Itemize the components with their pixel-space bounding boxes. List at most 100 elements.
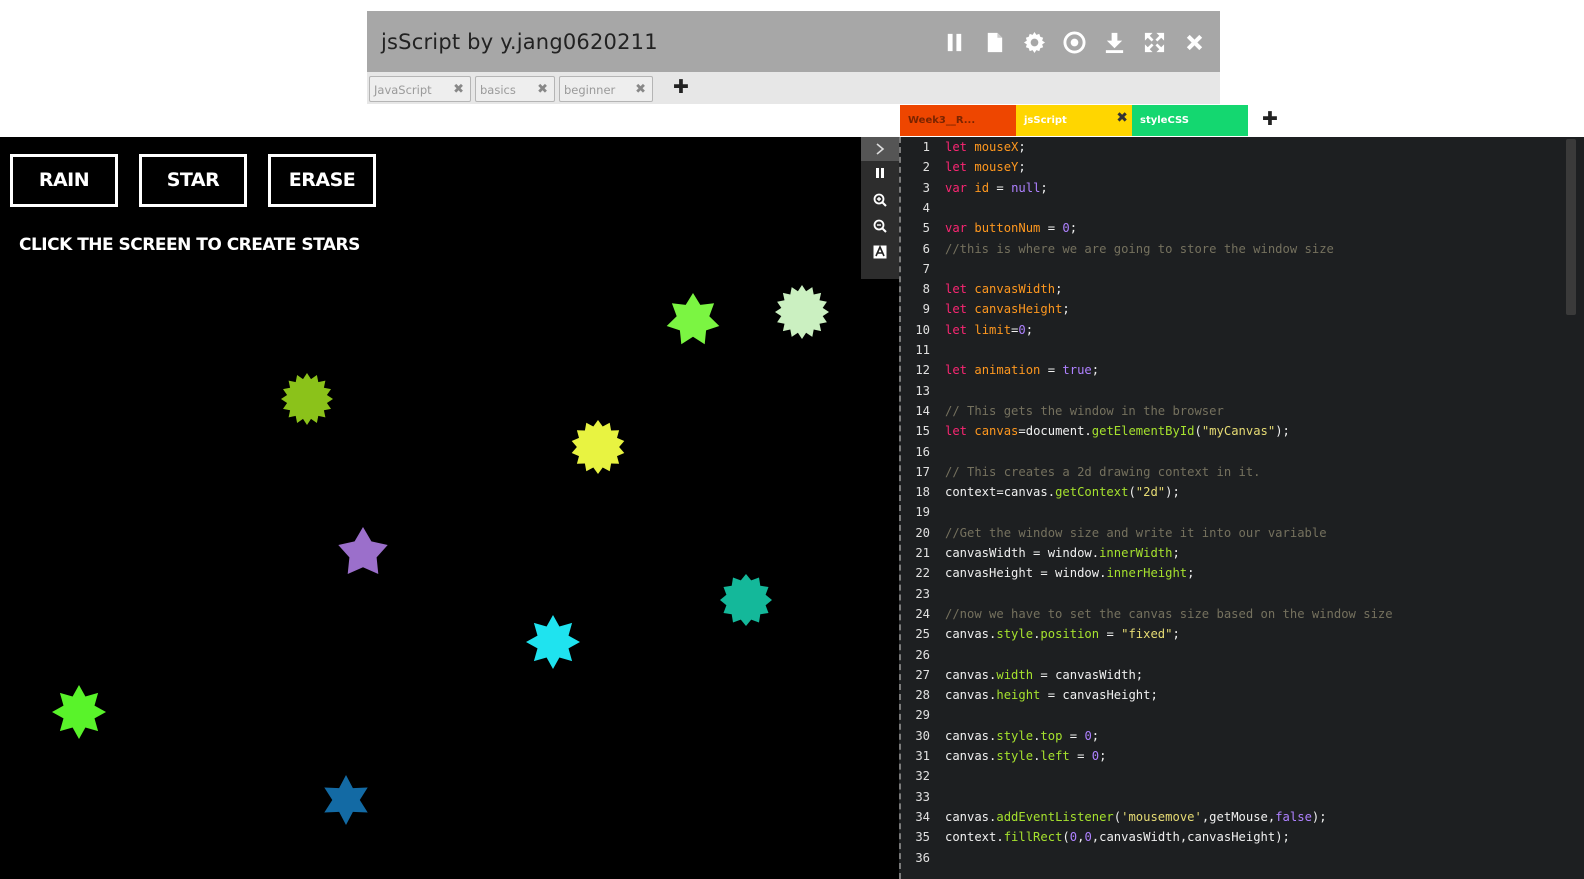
remove-tag-icon[interactable]: ✖ [453, 82, 464, 97]
line-number: 15 [915, 424, 930, 439]
code-line[interactable]: 34 canvas.addEventListener('mousemove',ge… [901, 810, 1584, 830]
code-line[interactable]: 22 canvasHeight = window.innerHeight; [901, 566, 1584, 586]
code-line[interactable]: 13 [901, 384, 1584, 404]
code-line[interactable]: 10 let limit=0; [901, 323, 1584, 343]
code-line[interactable]: 6 //this is where we are going to store t… [901, 242, 1584, 262]
code-line[interactable]: 23 [901, 587, 1584, 607]
tag-chip[interactable]: beginner ✖ [559, 76, 653, 102]
line-number: 13 [915, 383, 930, 398]
remove-tag-icon[interactable]: ✖ [635, 82, 646, 97]
code-line[interactable]: 8 let canvasWidth; [901, 282, 1584, 302]
close-icon[interactable] [1183, 31, 1206, 54]
line-number: 5 [922, 221, 930, 236]
code-text: canvas.style.left = 0; [945, 749, 1107, 763]
tag-label: beginner [564, 83, 616, 97]
code-line[interactable]: 11 [901, 343, 1584, 363]
code-line[interactable]: 32 [901, 769, 1584, 789]
line-number: 36 [915, 850, 930, 865]
code-line[interactable]: 16 [901, 445, 1584, 465]
code-line[interactable]: 26 [901, 648, 1584, 668]
code-line[interactable]: 2 let mouseY; [901, 160, 1584, 180]
code-line[interactable]: 29 [901, 708, 1584, 728]
code-line[interactable]: 25 canvas.style.position = "fixed"; [901, 627, 1584, 647]
file-icon[interactable] [983, 31, 1006, 54]
line-number: 31 [915, 749, 930, 763]
code-text: let animation = true; [945, 363, 1100, 378]
code-line[interactable]: 5 var buttonNum = 0; [901, 221, 1584, 241]
tab-week3[interactable]: Week3__R... [900, 105, 1016, 136]
code-text: context.fillRect(0,0,canvasWidth,canvasH… [945, 830, 1290, 845]
code-line[interactable]: 20 //Get the window size and write it int… [901, 526, 1584, 546]
pause-icon[interactable] [943, 31, 966, 54]
line-number: 34 [915, 809, 930, 824]
code-line[interactable]: 1 let mouseX; [901, 140, 1584, 160]
code-line[interactable]: 9 let canvasHeight; [901, 302, 1584, 322]
line-number: 12 [915, 363, 930, 378]
line-number: 24 [915, 606, 930, 621]
code-line[interactable]: 18 context=canvas.getContext("2d"); [901, 485, 1584, 505]
code-line[interactable]: 30 canvas.style.top = 0; [901, 729, 1584, 749]
star-shape [338, 527, 388, 574]
line-number: 3 [922, 180, 930, 195]
code-line[interactable]: 36 [901, 851, 1584, 871]
font-icon[interactable] [861, 239, 899, 265]
add-file-tab-icon[interactable]: ✚ [1262, 108, 1278, 130]
line-number: 29 [915, 708, 930, 723]
add-tag-icon[interactable]: ✚ [673, 76, 689, 98]
code-line[interactable]: 24 //now we have to set the canvas size b… [901, 607, 1584, 627]
code-line[interactable]: 3 var id = null; [901, 181, 1584, 201]
code-line[interactable]: 31 canvas.style.left = 0; [901, 749, 1584, 769]
erase-button[interactable]: ERASE [268, 154, 376, 207]
code-line[interactable]: 4 [901, 201, 1584, 221]
close-tab-icon[interactable]: ✖ [1116, 110, 1128, 126]
code-text: //Get the window size and write it into … [945, 525, 1327, 540]
page-title: jsScript by y.jang0620211 [381, 30, 658, 54]
tag-chip[interactable]: JavaScript ✖ [369, 76, 471, 102]
download-icon[interactable] [1103, 31, 1126, 54]
code-line[interactable]: 19 [901, 505, 1584, 525]
remove-tag-icon[interactable]: ✖ [537, 82, 548, 97]
tag-label: JavaScript [374, 83, 432, 97]
line-number: 23 [915, 586, 930, 601]
tab-stylecss[interactable]: styleCSS [1132, 105, 1248, 136]
collapse-icon[interactable] [861, 137, 899, 161]
tab-label: jsScript [1024, 115, 1067, 126]
line-number: 21 [915, 546, 930, 560]
code-line[interactable]: 21 canvasWidth = window.innerWidth; [901, 546, 1584, 566]
line-number: 18 [915, 485, 930, 500]
zoom-out-icon[interactable] [861, 213, 899, 239]
code-line[interactable]: 12 let animation = true; [901, 363, 1584, 383]
code-line[interactable]: 33 [901, 790, 1584, 810]
preview-toolbar [861, 137, 899, 279]
code-text: let mouseX; [945, 140, 1026, 154]
code-editor[interactable]: 1 let mouseX; 2 let mouseY; 3 var id = null; 4… [899, 137, 1584, 879]
star-shape [526, 615, 580, 669]
pause-icon[interactable] [861, 161, 899, 187]
line-number: 35 [915, 830, 930, 845]
tag-chip[interactable]: basics ✖ [475, 76, 555, 102]
preview-toolbar-spacer [861, 279, 899, 879]
code-text: canvasHeight = window.innerHeight; [945, 566, 1195, 581]
code-line[interactable]: 35 context.fillRect(0,0,canvasWidth,canva… [901, 830, 1584, 850]
fullscreen-icon[interactable] [1143, 31, 1166, 54]
code-line[interactable]: 17 // This creates a 2d drawing context i… [901, 465, 1584, 485]
gear-icon[interactable] [1023, 31, 1046, 54]
zoom-in-icon[interactable] [861, 187, 899, 213]
tag-bar: JavaScript ✖ basics ✖ beginner ✖ ✚ [367, 72, 1220, 104]
tab-jsscript[interactable]: jsScript ✖ [1016, 105, 1132, 136]
star-shape [571, 420, 625, 474]
code-line[interactable]: 15 let canvas=document.getElementById("my… [901, 424, 1584, 444]
preview-canvas[interactable]: RAIN STAR ERASE CLICK THE SCREEN TO CREA… [0, 137, 861, 879]
code-line[interactable]: 28 canvas.height = canvasHeight; [901, 688, 1584, 708]
line-number: 20 [915, 525, 930, 540]
rain-button[interactable]: RAIN [10, 154, 118, 207]
editor-scrollbar[interactable] [1566, 139, 1576, 315]
code-line[interactable]: 14 // This gets the window in the browser [901, 404, 1584, 424]
star-button[interactable]: STAR [139, 154, 247, 207]
code-text: canvas.style.position = "fixed"; [945, 627, 1180, 642]
record-icon[interactable] [1063, 31, 1086, 54]
code-line[interactable]: 27 canvas.width = canvasWidth; [901, 668, 1584, 688]
line-number: 33 [915, 789, 930, 804]
code-line[interactable]: 7 [901, 262, 1584, 282]
line-number: 28 [915, 688, 930, 703]
